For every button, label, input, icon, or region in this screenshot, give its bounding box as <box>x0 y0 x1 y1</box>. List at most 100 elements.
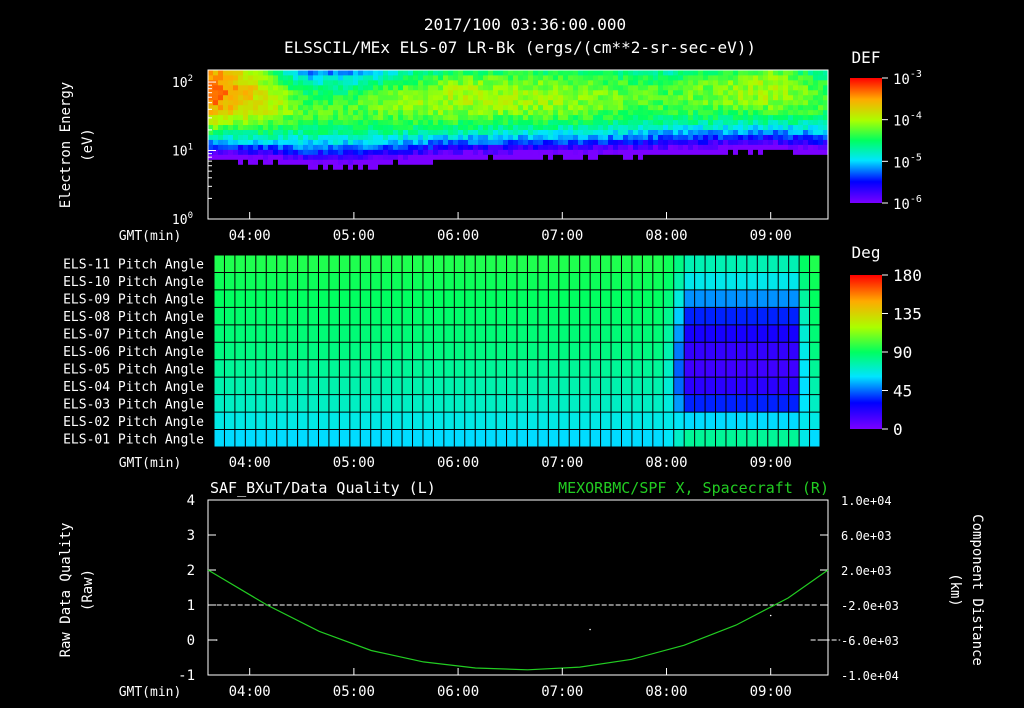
spectrogram-cell <box>258 119 264 126</box>
spectrogram-cell <box>248 174 254 180</box>
pitch-angle-cell <box>433 307 445 326</box>
spectrogram-cell <box>583 199 589 205</box>
spectrogram-cell <box>368 159 374 165</box>
spectrogram-cell <box>448 209 454 215</box>
spectrogram-cell <box>493 199 499 205</box>
spacecraft-x-line <box>207 569 829 671</box>
pitch-angle-cell <box>328 289 340 308</box>
time-tick-label: 05:00 <box>333 684 375 700</box>
spectrogram-cell <box>478 159 484 165</box>
spectrogram-cell <box>258 104 264 111</box>
spectrogram-cell <box>588 154 594 160</box>
spectrogram-cell <box>293 144 299 150</box>
pitch-angle-cell <box>266 429 278 448</box>
spectrogram-cell <box>668 149 674 155</box>
data-quality-point <box>215 639 218 641</box>
spectrogram-cell <box>433 89 439 96</box>
spectrogram-cell <box>483 89 489 96</box>
spectrogram-cell <box>738 74 744 81</box>
spectrogram-cell <box>273 204 279 210</box>
spectrogram-cell <box>243 109 249 116</box>
spectrogram-cell <box>323 84 329 91</box>
spectrogram-cell <box>698 204 704 210</box>
spectrogram-cell <box>783 74 789 81</box>
pitch-angle-cell <box>391 324 403 343</box>
spectrogram-cell <box>363 164 369 170</box>
spectrogram-cell <box>243 89 249 96</box>
spectrogram-cell <box>783 109 789 116</box>
spectrogram-cell <box>818 114 824 121</box>
spectrogram-cell <box>718 94 724 101</box>
spectrogram-cell <box>498 109 504 116</box>
pitch-angle-cell <box>663 289 675 308</box>
spectrogram-cell <box>443 204 449 210</box>
spectrogram-cell <box>593 199 599 205</box>
spectrogram-cell <box>518 114 524 121</box>
spectrogram-cell <box>268 179 274 185</box>
spectrogram-cell <box>723 149 729 155</box>
pitch-angle-cell <box>496 272 507 291</box>
spectrogram-cell <box>343 139 349 145</box>
pitch-angle-cell <box>652 412 664 430</box>
spectrogram-cell <box>708 154 714 160</box>
spectrogram-cell <box>673 129 679 135</box>
spectrogram-cell <box>813 159 819 165</box>
spectrogram-cell <box>423 124 429 130</box>
spectrogram-cell <box>758 104 764 111</box>
spectrogram-cell <box>813 169 819 175</box>
spectrogram-cell <box>598 209 604 215</box>
spectrogram-cell <box>463 79 469 86</box>
spectrogram-cell <box>543 109 549 116</box>
spectrogram-cell <box>703 74 709 81</box>
quality-tick-label: 4 <box>187 493 195 509</box>
spectrogram-cell <box>268 159 274 165</box>
spectrogram-cell <box>693 139 699 145</box>
spectrogram-cell <box>713 70 719 76</box>
spectrogram-cell <box>538 94 544 101</box>
spectrogram-cell <box>258 109 264 116</box>
spectrogram-cell <box>798 124 804 130</box>
pitch-angle-cell <box>558 394 570 413</box>
pitch-angle-cell <box>485 412 497 430</box>
spectrogram-cell <box>333 99 339 106</box>
spectrogram-cell <box>268 134 274 140</box>
spectrogram-cell <box>758 164 764 170</box>
spectrogram-cell <box>813 204 819 210</box>
pitch-angle-cell <box>725 307 737 326</box>
pitch-angle-cell <box>412 272 424 291</box>
spectrogram-cell <box>658 104 664 111</box>
spectrogram-cell <box>633 129 639 135</box>
spectrogram-cell <box>268 149 274 155</box>
spectrogram-cell <box>368 89 374 96</box>
spectrogram-cell <box>313 169 319 175</box>
spectrogram-cell <box>553 159 559 165</box>
spectrogram-cell <box>528 144 534 150</box>
spectrogram-cell <box>228 184 234 190</box>
spectrogram-cell <box>273 144 279 150</box>
spectrogram-cell <box>243 204 249 210</box>
spectrogram-cell <box>688 154 694 160</box>
spectrogram-cell <box>658 139 664 145</box>
pitch-angle-cell <box>715 429 727 448</box>
spectrogram-cell <box>378 179 384 185</box>
spectrogram-cell <box>233 134 239 140</box>
pitch-angle-cell <box>224 289 236 308</box>
spectrogram-cell <box>253 139 259 145</box>
spectrogram-cell <box>428 184 434 190</box>
pitch-angle-cell <box>725 377 737 396</box>
spectrogram-cell <box>493 74 499 81</box>
spectrogram-cell <box>638 199 644 205</box>
spectrogram-cell <box>708 70 714 76</box>
spectrogram-cell <box>713 119 719 126</box>
pitch-angle-cell <box>642 255 654 273</box>
spectrogram-cell <box>553 70 559 76</box>
spectrogram-cell <box>423 74 429 81</box>
spectrogram-cell <box>728 119 734 126</box>
pitch-angle-cell <box>809 342 821 361</box>
spectrogram-cell <box>788 124 794 130</box>
spectrogram-cell <box>393 114 399 121</box>
spectrogram-cell <box>613 184 619 190</box>
spectrogram-cell <box>298 104 304 111</box>
spectrogram-cell <box>638 84 644 91</box>
spectrogram-cell <box>778 159 784 165</box>
